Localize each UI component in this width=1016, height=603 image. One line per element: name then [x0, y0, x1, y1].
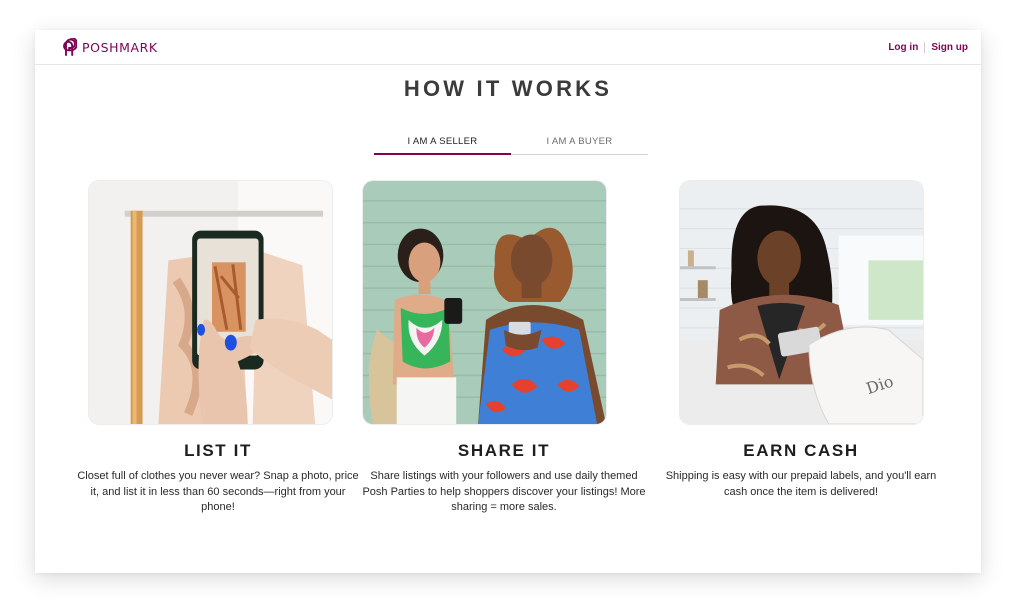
page-title: HOW IT WORKS [403, 76, 613, 101]
site-header: POSHMARK Log in Sign up [35, 30, 981, 65]
list-it-photo [88, 180, 333, 425]
auth-divider [924, 41, 926, 53]
role-tabs: I AM A SELLER I AM A BUYER [374, 133, 648, 155]
tab-seller[interactable]: I AM A SELLER [374, 133, 511, 155]
poshmark-logo-icon [63, 38, 77, 56]
unboxing-photo-illustration: Dio [680, 181, 923, 424]
share-it-title: SHARE IT [457, 441, 551, 460]
login-link[interactable]: Log in [888, 42, 918, 53]
earn-cash-title: EARN CASH [743, 441, 859, 460]
phone-photo-illustration [89, 181, 332, 424]
signup-link[interactable]: Sign up [931, 42, 968, 53]
auth-links: Log in Sign up [888, 41, 968, 53]
list-it-description: Closet full of clothes you never wear? S… [77, 470, 359, 513]
list-it-title: LIST IT [184, 441, 252, 460]
earn-cash-description: Shipping is easy with our prepaid labels… [665, 470, 937, 498]
earn-cash-photo: Dio [679, 180, 924, 425]
brand-name: POSHMARK [82, 39, 158, 55]
friends-photo-illustration [363, 181, 606, 424]
poshmark-logo[interactable]: POSHMARK [61, 38, 158, 56]
share-it-description: Share listings with your followers and u… [362, 470, 646, 513]
share-it-photo [362, 180, 607, 425]
tab-buyer[interactable]: I AM A BUYER [511, 133, 648, 154]
browser-window: POSHMARK Log in Sign up HOW IT WORKS I A… [35, 30, 981, 573]
